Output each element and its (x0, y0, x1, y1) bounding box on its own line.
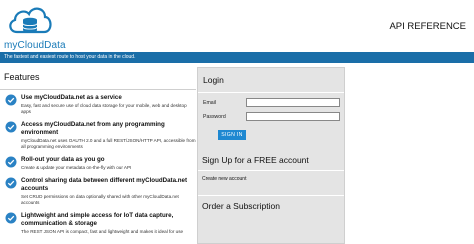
order-subscription-heading[interactable]: Order a Subscription (202, 201, 280, 211)
feature-description: Set CRUD permissions on data optionally … (21, 194, 179, 205)
password-label: Password (203, 114, 226, 120)
tagline-bar: The fastest and easiest route to host yo… (0, 52, 474, 63)
feature-item: Roll-out your data as you go Create & up… (0, 156, 196, 171)
feature-description: myCloudData.net uses OAUTH 2.0 and a ful… (21, 138, 196, 149)
check-circle-icon (5, 94, 17, 106)
check-circle-icon (5, 177, 17, 189)
features-section: Features Use myCloudData.net as a servic… (0, 67, 196, 241)
feature-title: Use myCloudData.net as a service (21, 94, 122, 101)
feature-title: Access myCloudData.net from any programm… (21, 121, 165, 136)
email-label: Email (203, 100, 216, 106)
feature-description: The REST JSON API is compact, fast and l… (21, 229, 184, 234)
sign-in-button[interactable]: SIGN IN (218, 130, 246, 140)
divider (198, 170, 344, 171)
feature-description: Easy, fast and secure use of cloud data … (21, 103, 187, 114)
check-circle-icon (5, 212, 17, 224)
check-circle-icon (5, 156, 17, 168)
feature-item: Access myCloudData.net from any programm… (0, 121, 196, 150)
feature-description: Create & update your metadata on-the-fly… (21, 165, 132, 170)
feature-item: Lightweight and simple access for IoT da… (0, 212, 196, 235)
feature-item: Control sharing data between different m… (0, 177, 196, 206)
feature-item: Use myCloudData.net as a service Easy, f… (0, 94, 196, 115)
signup-heading: Sign Up for a FREE account (202, 155, 309, 165)
api-reference-link[interactable]: API REFERENCE (389, 21, 466, 32)
cloud-database-logo-icon[interactable] (7, 2, 53, 40)
check-circle-icon (5, 121, 17, 133)
password-row: Password (198, 111, 344, 123)
feature-title: Roll-out your data as you go (21, 156, 105, 163)
create-account-link[interactable]: Create new account (202, 176, 246, 182)
divider (198, 195, 344, 196)
brand-name[interactable]: myCloudData (4, 40, 66, 51)
email-field[interactable] (246, 98, 340, 107)
features-heading: Features (0, 67, 196, 90)
login-heading: Login (198, 68, 344, 93)
password-field[interactable] (246, 112, 340, 121)
feature-title: Lightweight and simple access for IoT da… (21, 212, 174, 227)
feature-title: Control sharing data between different m… (21, 177, 188, 192)
email-row: Email (198, 97, 344, 109)
